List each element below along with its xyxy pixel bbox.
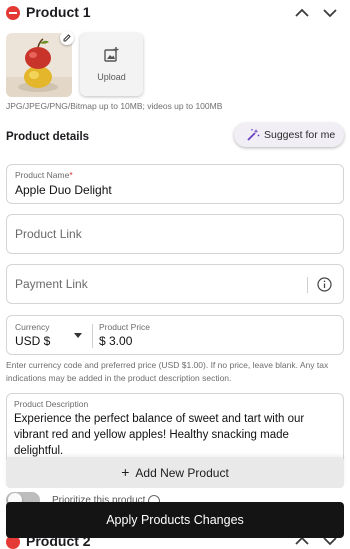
- info-icon[interactable]: [317, 277, 332, 292]
- currency-label: Currency: [15, 322, 50, 332]
- payment-link-placeholder[interactable]: Payment Link: [15, 277, 88, 291]
- price-input[interactable]: $ 3.00: [99, 334, 132, 348]
- dropdown-arrow-icon[interactable]: [74, 333, 82, 339]
- chevron-up-icon[interactable]: [294, 5, 310, 21]
- section-title: Product details: [6, 131, 90, 143]
- add-new-product-button[interactable]: + Add New Product: [6, 457, 344, 488]
- price-label: Product Price: [99, 322, 151, 332]
- required-mark: *: [69, 170, 73, 180]
- magic-wand-icon: [247, 129, 260, 141]
- image-format-hint: JPG/JPEG/PNG/Bitmap up to 10MB; videos u…: [6, 101, 223, 111]
- plus-icon: +: [121, 464, 130, 480]
- chevron-down-icon[interactable]: [322, 5, 338, 21]
- description-field[interactable]: Product Description Experience the perfe…: [6, 393, 344, 465]
- add-label: Add New Product: [135, 466, 229, 480]
- product-name-label: Product Name: [15, 170, 70, 180]
- suggest-label: Suggest for me: [264, 129, 336, 141]
- divider: [307, 277, 308, 293]
- product-link-placeholder[interactable]: Product Link: [15, 227, 82, 241]
- product-name-value[interactable]: Apple Duo Delight: [15, 183, 112, 197]
- currency-select[interactable]: USD $: [15, 334, 50, 348]
- suggest-for-me-button[interactable]: Suggest for me: [234, 123, 344, 147]
- upload-label: Upload: [97, 72, 126, 82]
- remove-product-icon[interactable]: [6, 6, 20, 20]
- currency-price-field: Currency USD $ Product Price $ 3.00: [6, 315, 344, 355]
- add-photo-icon: [104, 47, 119, 62]
- price-help-text: Enter currency code and preferred price …: [6, 360, 329, 383]
- description-value[interactable]: Experience the perfect balance of sweet …: [14, 411, 334, 459]
- edit-image-button[interactable]: [60, 31, 74, 45]
- upload-button[interactable]: [80, 33, 143, 96]
- description-label: Product Description: [14, 399, 89, 409]
- pencil-icon: [63, 34, 71, 42]
- payment-link-field[interactable]: Payment Link: [6, 264, 344, 304]
- apply-products-changes-button[interactable]: Apply Products Changes: [6, 502, 344, 538]
- product-link-field[interactable]: Product Link: [6, 214, 344, 254]
- product-title: Product 1: [26, 4, 91, 20]
- field-divider: [92, 324, 93, 348]
- product-name-field[interactable]: Product Name* Apple Duo Delight: [6, 164, 344, 204]
